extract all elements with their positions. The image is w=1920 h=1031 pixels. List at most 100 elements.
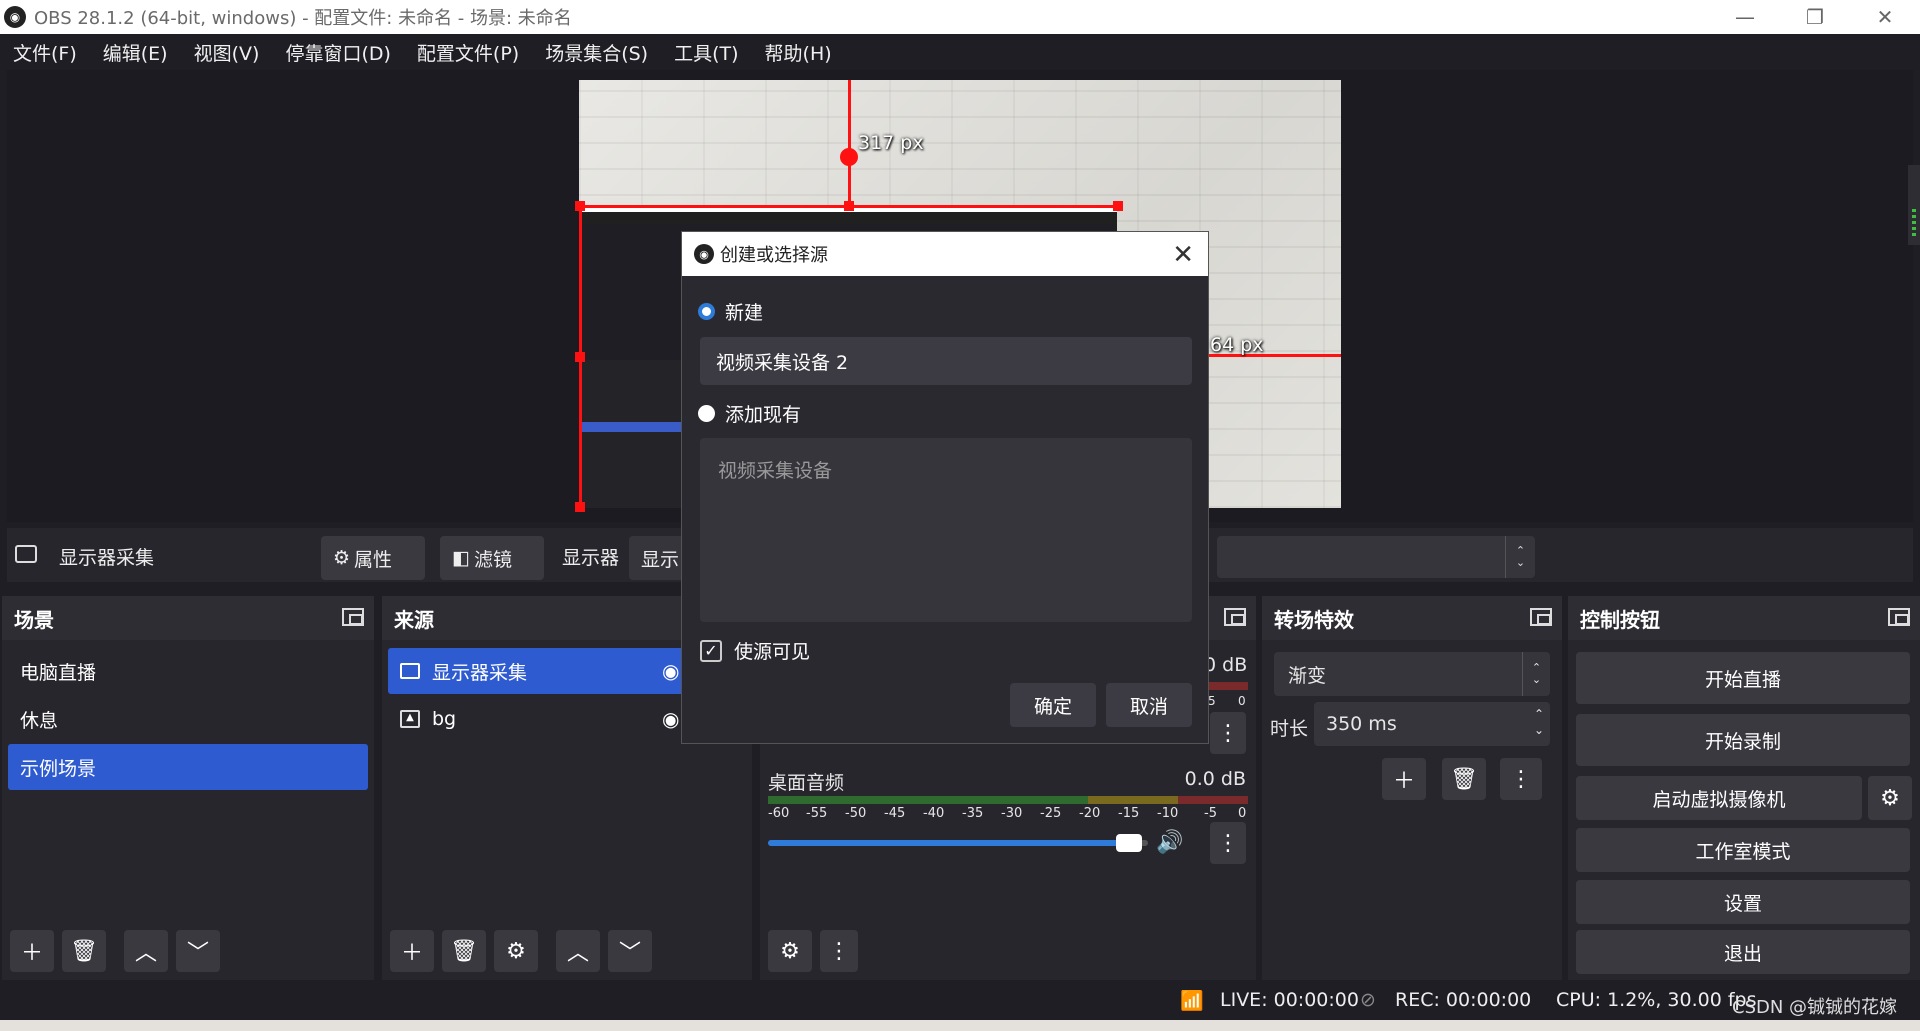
- menu-scene-collection[interactable]: 场景集合(S): [532, 39, 661, 66]
- speaker-icon[interactable]: 🔊: [1156, 830, 1183, 855]
- gear-icon[interactable]: ⚙: [494, 930, 538, 972]
- volume-slider-handle[interactable]: [1116, 834, 1142, 852]
- existing-sources-list[interactable]: 视频采集设备: [700, 438, 1192, 622]
- close-icon[interactable]: ✕: [1172, 240, 1194, 270]
- trash-icon[interactable]: 🗑: [62, 930, 106, 972]
- distance-label-top: 317 px: [858, 132, 924, 154]
- add-transition-icon[interactable]: ＋: [1382, 758, 1426, 800]
- record-status-icon: ⊘: [1360, 989, 1376, 1011]
- cancel-button[interactable]: 取消: [1106, 683, 1192, 727]
- display-label: 显示器: [562, 547, 620, 569]
- new-source-name-input[interactable]: 视频采集设备 2: [700, 337, 1192, 385]
- track2-db: 0.0 dB: [1184, 768, 1246, 790]
- meter-yellow: [1088, 796, 1178, 804]
- radio-unchecked-icon[interactable]: [698, 405, 715, 422]
- duration-spinbox[interactable]: 350 ms ⌃ ⌄: [1314, 702, 1550, 746]
- watermark: CSDN @铖铖的花嫁: [1732, 997, 1898, 1018]
- menu-profile[interactable]: 配置文件(P): [404, 39, 532, 66]
- image-icon: ▲: [400, 710, 420, 728]
- track1-menu-icon[interactable]: ⋮: [1210, 712, 1246, 754]
- radio-checked-icon[interactable]: [698, 303, 715, 320]
- ok-button[interactable]: 确定: [1010, 683, 1096, 727]
- live-timer: LIVE: 00:00:00: [1220, 989, 1359, 1011]
- stream-status-icon: 📶: [1180, 990, 1204, 1012]
- resize-handle-bl[interactable]: [575, 502, 585, 512]
- start-recording-button[interactable]: 开始录制: [1576, 714, 1910, 766]
- display-combo[interactable]: ⌃ ⌄: [1217, 536, 1535, 578]
- undock-icon[interactable]: [1224, 608, 1246, 626]
- move-up-icon[interactable]: ︿: [124, 930, 168, 972]
- track2-menu-icon[interactable]: ⋮: [1210, 822, 1246, 864]
- gear-icon: ⚙: [333, 547, 351, 569]
- track2-name: 桌面音频: [768, 772, 845, 794]
- dialog-titlebar: ◉ 创建或选择源 ✕: [682, 232, 1208, 276]
- undock-icon[interactable]: [342, 608, 364, 626]
- menu-tools[interactable]: 工具(T): [661, 39, 751, 66]
- dialog-title: 创建或选择源: [720, 245, 828, 266]
- resize-handle-left[interactable]: [575, 352, 585, 362]
- checkmark-icon[interactable]: ✓: [700, 639, 722, 662]
- controls-dock-header: 控制按钮: [1568, 596, 1920, 640]
- move-down-icon[interactable]: ﹀: [176, 930, 220, 972]
- resize-handle-top[interactable]: [844, 201, 854, 211]
- monitor-icon: [400, 663, 420, 679]
- window-titlebar: ◉ OBS 28.1.2 (64-bit, windows) - 配置文件: 未…: [0, 0, 1920, 34]
- menu-edit[interactable]: 编辑(E): [90, 39, 181, 66]
- menu-help[interactable]: 帮助(H): [752, 39, 845, 66]
- scene-item-selected[interactable]: 示例场景: [8, 744, 368, 790]
- menu-file[interactable]: 文件(F): [0, 39, 90, 66]
- maximize-button[interactable]: ❐: [1780, 0, 1850, 34]
- obs-logo-icon: ◉: [4, 6, 26, 28]
- trash-icon[interactable]: 🗑: [442, 930, 486, 972]
- move-up-icon[interactable]: ︿: [556, 930, 600, 972]
- menu-docks[interactable]: 停靠窗口(D): [272, 39, 403, 66]
- studio-mode-button[interactable]: 工作室模式: [1576, 828, 1910, 872]
- settings-button[interactable]: 设置: [1576, 880, 1910, 924]
- taskbar-strip: [0, 1020, 1920, 1031]
- add-icon[interactable]: ＋: [10, 930, 54, 972]
- guide-line-top: [848, 80, 851, 208]
- edge-audio-meter: [1908, 165, 1920, 245]
- spin-arrows-icon[interactable]: ⌃ ⌄: [1534, 706, 1544, 738]
- trash-icon[interactable]: 🗑: [1442, 758, 1486, 800]
- minimize-button[interactable]: —: [1710, 0, 1780, 34]
- transition-select[interactable]: 渐变 ⌃ ⌄: [1274, 652, 1550, 696]
- create-new-radio[interactable]: 新建: [698, 298, 763, 325]
- close-window-button[interactable]: ✕: [1850, 0, 1920, 34]
- transition-menu-icon[interactable]: ⋮: [1500, 758, 1542, 800]
- undock-icon[interactable]: [1530, 608, 1552, 626]
- add-existing-radio[interactable]: 添加现有: [698, 400, 801, 427]
- scene-footer: ＋ 🗑 ︿ ﹀: [10, 930, 220, 972]
- properties-button[interactable]: ⚙ 属性: [321, 536, 425, 580]
- resize-handle-tl[interactable]: [575, 201, 585, 211]
- eye-icon[interactable]: ◉: [662, 659, 679, 683]
- guide-midpoint: [840, 148, 858, 166]
- distance-label-right: 64 px: [1210, 334, 1264, 356]
- start-streaming-button[interactable]: 开始直播: [1576, 652, 1910, 704]
- resize-handle-tr[interactable]: [1113, 201, 1123, 211]
- obs-logo-icon: ◉: [694, 244, 714, 264]
- mixer-footer: ⚙ ⋮: [768, 930, 858, 972]
- menu-view[interactable]: 视图(V): [181, 39, 273, 66]
- undock-icon[interactable]: [1888, 608, 1910, 626]
- eye-icon[interactable]: ◉: [662, 707, 679, 731]
- move-down-icon[interactable]: ﹀: [608, 930, 652, 972]
- virtual-camera-gear-icon[interactable]: ⚙: [1868, 776, 1912, 820]
- start-virtual-camera-button[interactable]: 启动虚拟摄像机: [1576, 776, 1862, 820]
- window-title: OBS 28.1.2 (64-bit, windows) - 配置文件: 未命名…: [34, 8, 572, 29]
- filters-button[interactable]: ◧ 滤镜: [440, 536, 544, 580]
- add-icon[interactable]: ＋: [390, 930, 434, 972]
- scene-item[interactable]: 休息: [8, 696, 368, 742]
- status-bar: 📶 LIVE: 00:00:00 ⊘ REC: 00:00:00 CPU: 1.…: [0, 980, 1920, 1020]
- volume-slider[interactable]: [768, 834, 1148, 852]
- monitor-icon: [15, 545, 37, 563]
- create-select-source-dialog: ◉ 创建或选择源 ✕ 新建 视频采集设备 2 添加现有 视频采集设备 ✓ 使源可…: [681, 231, 1209, 744]
- mixer-menu-icon[interactable]: ⋮: [820, 930, 858, 972]
- source-footer: ＋ 🗑 ⚙ ︿ ﹀: [390, 930, 652, 972]
- make-source-visible-checkbox[interactable]: ✓ 使源可见: [700, 637, 810, 664]
- exit-button[interactable]: 退出: [1576, 930, 1910, 974]
- scene-item[interactable]: 电脑直播: [8, 648, 368, 694]
- spin-arrows-icon[interactable]: ⌃ ⌄: [1505, 536, 1535, 578]
- list-item[interactable]: 视频采集设备: [718, 456, 1192, 483]
- advanced-audio-gear-icon[interactable]: ⚙: [768, 930, 812, 972]
